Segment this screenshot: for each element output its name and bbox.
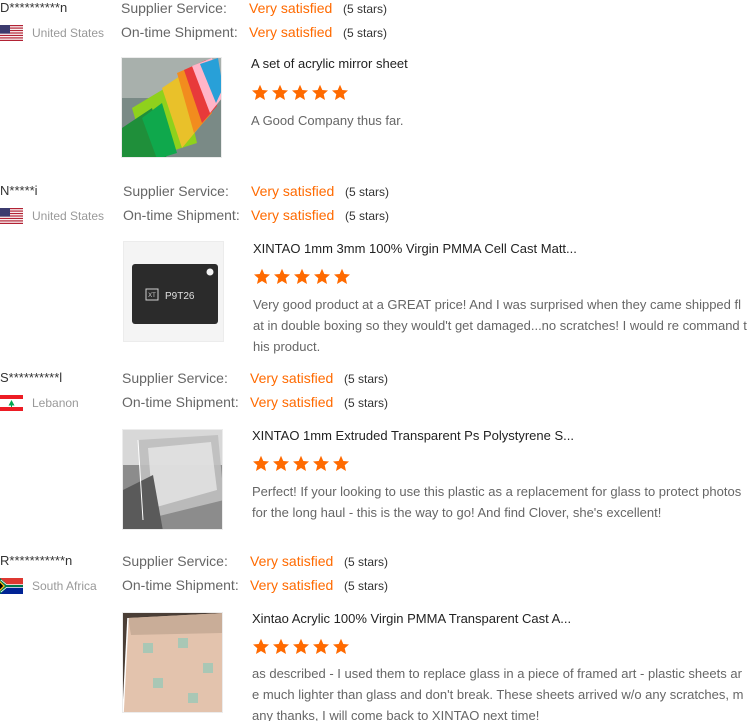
shipment-stars: (5 stars) (344, 579, 389, 593)
supplier-service-value: Very satisfied (250, 553, 334, 569)
shipment-value: Very satisfied (249, 24, 333, 40)
star-icon (292, 638, 310, 656)
buyer-name: R***********n (0, 553, 73, 568)
supplier-service-label: Supplier Service: (122, 553, 228, 569)
star-icon (312, 638, 330, 656)
star-icon (331, 84, 349, 102)
star-icon (312, 455, 330, 473)
star-icon (252, 455, 270, 473)
product-thumbnail[interactable]: XT P9T26 (123, 241, 224, 342)
sample-logo-text: XT (148, 293, 156, 299)
review-item: N*****i United States Supplier Service: … (0, 183, 750, 363)
shipment-label: On-time Shipment: (121, 24, 238, 40)
shipment-value: Very satisfied (251, 207, 335, 223)
shipment-label: On-time Shipment: (122, 577, 239, 593)
star-icon (272, 455, 290, 473)
buyer-country: Lebanon (0, 394, 79, 412)
buyer-country: South Africa (0, 577, 97, 595)
star-rating (252, 638, 350, 656)
supplier-service-stars: (5 stars) (344, 372, 389, 386)
buyer-name: S**********l (0, 370, 63, 385)
us-flag-icon (0, 25, 23, 41)
star-icon (271, 84, 289, 102)
star-icon (252, 638, 270, 656)
star-icon (251, 84, 269, 102)
buyer-country: United States (0, 207, 104, 225)
product-title[interactable]: A set of acrylic mirror sheet (251, 56, 408, 72)
star-rating (251, 84, 349, 102)
star-icon (293, 268, 311, 286)
buyer-country: United States (0, 24, 104, 42)
product-title[interactable]: Xintao Acrylic 100% Virgin PMMA Transpar… (252, 611, 571, 627)
star-icon (332, 455, 350, 473)
lebanon-flag-icon (0, 395, 23, 411)
supplier-service-label: Supplier Service: (121, 0, 227, 16)
review-comment: Perfect! If your looking to use this pla… (252, 484, 742, 520)
country-name: United States (32, 209, 105, 223)
review-item: D**********n United States Supplier Serv… (0, 0, 750, 175)
supplier-service-label: Supplier Service: (122, 370, 228, 386)
star-icon (253, 268, 271, 286)
shipment-value: Very satisfied (250, 394, 334, 410)
review-comment: as described - I used them to replace gl… (252, 666, 744, 721)
product-title[interactable]: XINTAO 1mm 3mm 100% Virgin PMMA Cell Cas… (253, 241, 577, 257)
supplier-service-value: Very satisfied (251, 183, 335, 199)
buyer-name: N*****i (0, 183, 38, 198)
star-icon (333, 268, 351, 286)
shipment-label: On-time Shipment: (122, 394, 239, 410)
supplier-service-value: Very satisfied (250, 370, 334, 386)
review-item: R***********n South Africa Supplier Serv… (0, 553, 750, 721)
us-flag-icon (0, 208, 23, 224)
south-africa-flag-icon (0, 578, 23, 594)
review-item: S**********l Lebanon Supplier Service: V… (0, 370, 750, 540)
product-thumbnail[interactable] (122, 429, 223, 530)
country-name: United States (32, 26, 105, 40)
country-name: Lebanon (32, 396, 79, 410)
country-name: South Africa (32, 579, 97, 593)
product-title[interactable]: XINTAO 1mm Extruded Transparent Ps Polys… (252, 428, 574, 444)
buyer-name: D**********n (0, 0, 68, 15)
star-icon (292, 455, 310, 473)
supplier-service-stars: (5 stars) (345, 185, 390, 199)
supplier-service-stars: (5 stars) (344, 555, 389, 569)
product-thumbnail[interactable] (122, 612, 223, 713)
supplier-service-label: Supplier Service: (123, 183, 229, 199)
sample-code-text: P9T26 (165, 291, 195, 302)
star-rating (253, 268, 351, 286)
star-icon (273, 268, 291, 286)
product-thumbnail[interactable] (121, 57, 222, 158)
shipment-stars: (5 stars) (345, 209, 390, 223)
shipment-stars: (5 stars) (344, 396, 389, 410)
shipment-value: Very satisfied (250, 577, 334, 593)
star-icon (311, 84, 329, 102)
supplier-service-value: Very satisfied (249, 0, 333, 16)
shipment-stars: (5 stars) (343, 26, 388, 40)
review-comment: Very good product at a GREAT price! And … (253, 297, 747, 354)
review-comment: A Good Company thus far. (251, 113, 404, 128)
shipment-label: On-time Shipment: (123, 207, 240, 223)
star-rating (252, 455, 350, 473)
star-icon (332, 638, 350, 656)
star-icon (272, 638, 290, 656)
star-icon (313, 268, 331, 286)
supplier-service-stars: (5 stars) (343, 2, 388, 16)
star-icon (291, 84, 309, 102)
